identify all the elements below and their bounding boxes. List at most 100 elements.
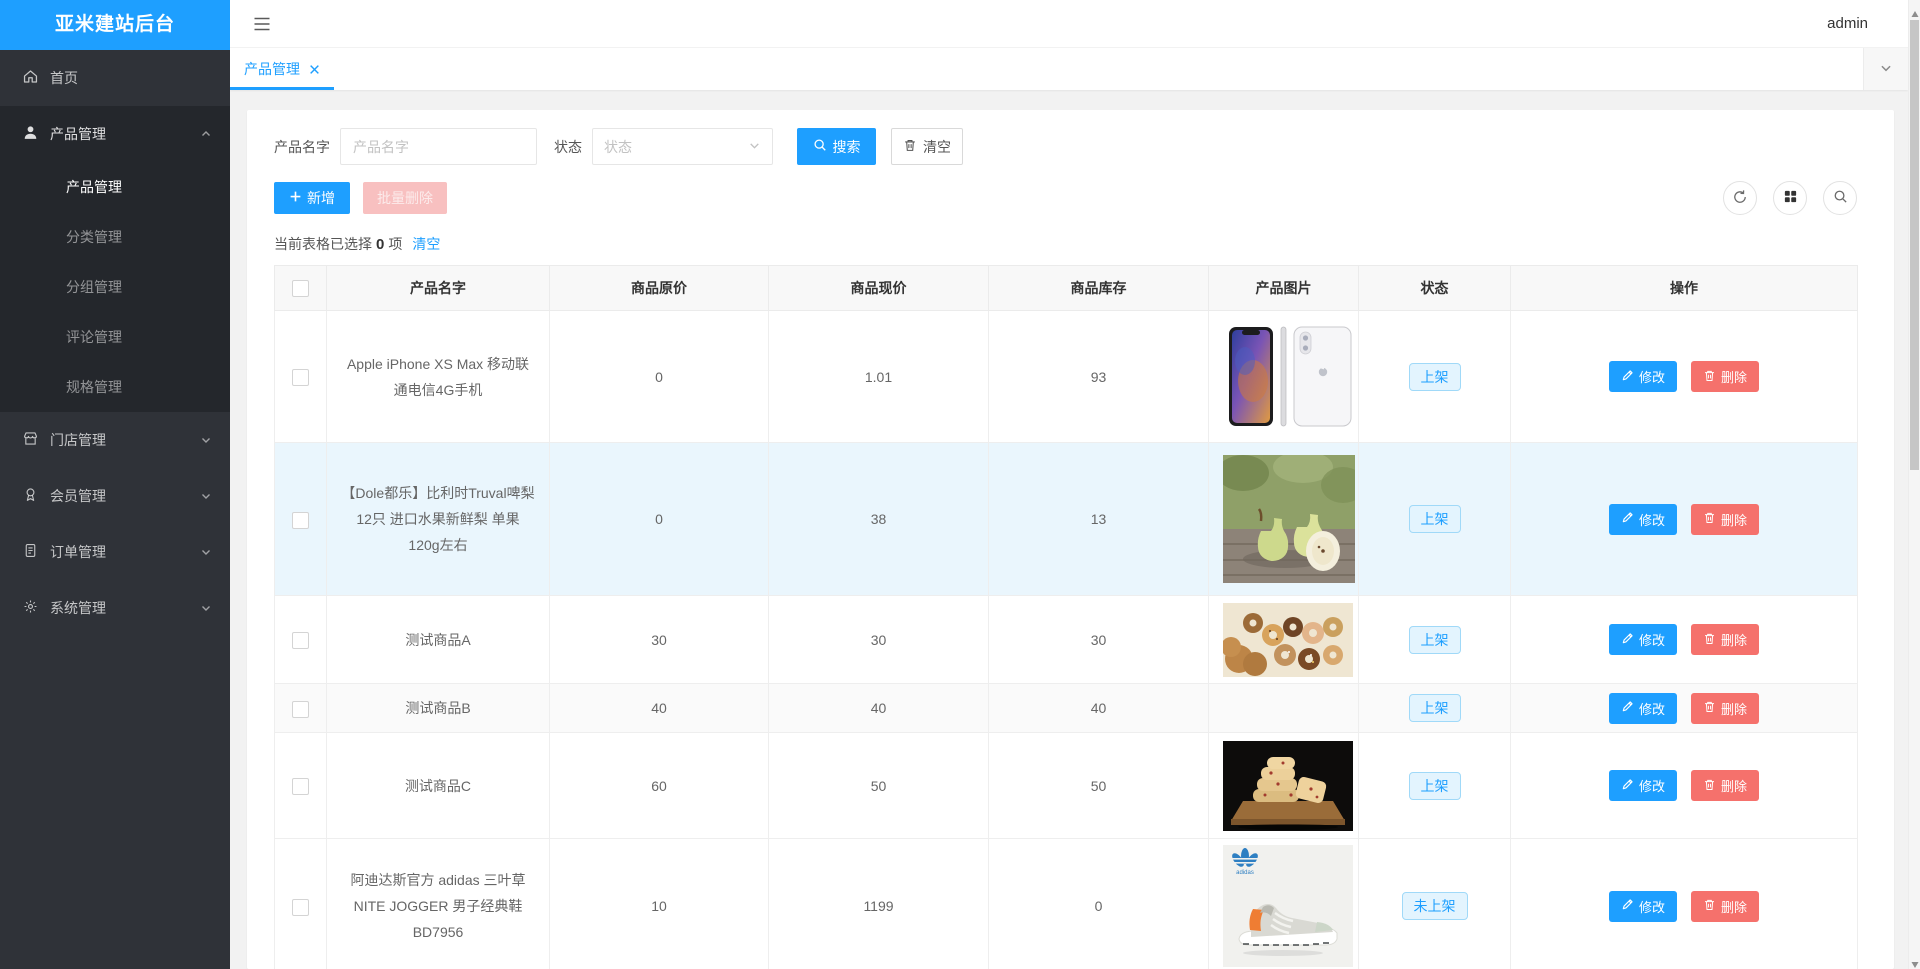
clear-button-label: 清空 (923, 138, 951, 155)
delete-button[interactable]: 删除 (1691, 503, 1760, 535)
sidebar-item-product-management[interactable]: 产品管理 (0, 106, 230, 162)
trash-icon (1703, 898, 1716, 914)
chevron-down-icon (200, 546, 212, 558)
product-image-donuts (1221, 602, 1353, 677)
edit-button[interactable]: 修改 (1608, 890, 1677, 922)
trash-icon (1703, 778, 1716, 794)
table-row: Apple iPhone XS Max 移动联通电信4G手机 0 1.01 93… (274, 310, 1858, 443)
sidebar-item-label: 首页 (50, 70, 78, 86)
tabbar: 产品管理 (230, 48, 1908, 90)
chevron-down-icon (1879, 61, 1893, 78)
sidebar-nav: 首页 产品管理 产品管理 分类管理 分组管理 评论管理 规格管理 门店管理 会员… (0, 50, 230, 636)
edit-button[interactable]: 修改 (1608, 503, 1677, 535)
row-checkbox[interactable] (292, 898, 309, 916)
add-button[interactable]: 新增 (274, 182, 350, 214)
plus-icon (289, 190, 302, 206)
columns-button[interactable] (1773, 181, 1807, 215)
status-select[interactable]: 状态 (592, 128, 773, 165)
sidebar-subitem-comment-management[interactable]: 评论管理 (0, 312, 230, 362)
delete-button-label: 删除 (1721, 512, 1748, 528)
edit-button[interactable]: 修改 (1608, 770, 1677, 801)
add-button-label: 新增 (307, 190, 335, 206)
row-checkbox[interactable] (292, 778, 309, 796)
home-icon (22, 68, 39, 88)
app-logo: 亚米建站后台 (0, 0, 230, 50)
cell-stock: 30 (988, 595, 1209, 684)
user-icon (22, 124, 39, 144)
row-checkbox[interactable] (292, 369, 309, 387)
filter-row: 产品名字 状态 状态 搜索 清空 (274, 128, 1857, 165)
sidebar-item-system-management[interactable]: 系统管理 (0, 580, 230, 636)
clear-button[interactable]: 清空 (891, 128, 963, 165)
selection-clear-link[interactable]: 清空 (412, 234, 440, 254)
selection-count: 0 (376, 235, 385, 253)
topbar: admin (230, 0, 1920, 48)
edit-button[interactable]: 修改 (1608, 692, 1677, 724)
delete-button[interactable]: 删除 (1691, 770, 1760, 801)
select-all-header (274, 265, 327, 311)
vertical-scrollbar[interactable] (1908, 0, 1920, 969)
refresh-button[interactable] (1723, 181, 1757, 215)
sidebar-subitem-category-management[interactable]: 分类管理 (0, 212, 230, 262)
scroll-down-arrow-icon[interactable] (1911, 956, 1919, 968)
product-image-sneaker: adidas (1223, 845, 1353, 967)
product-image-iphone (1223, 319, 1358, 434)
col-header-image: 产品图片 (1208, 265, 1359, 311)
edit-button-label: 修改 (1638, 512, 1665, 528)
select-all-checkbox[interactable] (292, 279, 309, 297)
status-badge: 未上架 (1401, 892, 1468, 920)
table-header-row: 产品名字 商品原价 商品现价 商品库存 产品图片 状态 操作 (274, 265, 1858, 311)
product-name-input[interactable] (340, 128, 537, 165)
cell-price: 30 (768, 595, 989, 684)
edit-button-label: 修改 (1638, 779, 1665, 794)
chevron-up-icon (200, 128, 212, 140)
search-button[interactable]: 搜索 (797, 128, 876, 165)
status-badge: 上架 (1408, 694, 1461, 722)
delete-button[interactable]: 删除 (1691, 692, 1760, 724)
row-checkbox[interactable] (292, 511, 309, 529)
edit-button[interactable]: 修改 (1608, 624, 1677, 655)
delete-button[interactable]: 删除 (1691, 890, 1760, 922)
edit-button[interactable]: 修改 (1608, 361, 1677, 392)
delete-button-label: 删除 (1721, 633, 1748, 648)
sidebar-subitem-group-management[interactable]: 分组管理 (0, 262, 230, 312)
delete-button[interactable]: 删除 (1691, 624, 1760, 655)
batch-delete-button[interactable]: 批量删除 (363, 182, 447, 214)
status-badge: 上架 (1408, 771, 1461, 800)
cell-product-name: 【Dole都乐】比利时Truval啤梨12只 进口水果新鲜梨 单果120g左右 (326, 442, 550, 596)
row-checkbox[interactable] (292, 700, 309, 718)
cell-stock: 93 (988, 310, 1209, 443)
close-icon[interactable] (309, 64, 320, 75)
sidebar-item-order-management[interactable]: 订单管理 (0, 524, 230, 580)
user-menu[interactable]: admin (1827, 0, 1868, 48)
sidebar-subitem-product-management[interactable]: 产品管理 (0, 162, 230, 212)
pencil-icon (1621, 511, 1634, 527)
product-card: 产品名字 状态 状态 搜索 清空 新增 批量删除 (247, 110, 1894, 969)
cell-price: 1.01 (768, 310, 989, 443)
cell-price: 40 (768, 683, 989, 733)
main-content: 产品名字 状态 状态 搜索 清空 新增 批量删除 (230, 90, 1908, 969)
product-table: 产品名字 商品原价 商品现价 商品库存 产品图片 状态 操作 Apple iPh… (274, 265, 1858, 969)
hamburger-menu-icon[interactable] (252, 16, 272, 35)
tab-product-management[interactable]: 产品管理 (230, 48, 334, 90)
scrollbar-thumb[interactable] (1910, 20, 1919, 470)
sidebar-group-product: 产品管理 产品管理 分类管理 分组管理 评论管理 规格管理 (0, 106, 230, 412)
edit-button-label: 修改 (1638, 633, 1665, 648)
sidebar-subitem-spec-management[interactable]: 规格管理 (0, 362, 230, 412)
search-icon (1833, 189, 1848, 207)
col-header-stock: 商品库存 (988, 265, 1209, 311)
product-name-label: 产品名字 (274, 138, 330, 155)
delete-button-label: 删除 (1721, 370, 1748, 385)
table-search-button[interactable] (1823, 181, 1857, 215)
status-badge: 上架 (1408, 362, 1461, 391)
sidebar-item-home[interactable]: 首页 (0, 50, 230, 106)
sidebar-item-store-management[interactable]: 门店管理 (0, 412, 230, 468)
delete-button[interactable]: 删除 (1691, 361, 1760, 392)
scroll-up-arrow-icon[interactable] (1911, 5, 1919, 17)
sidebar-item-member-management[interactable]: 会员管理 (0, 468, 230, 524)
sidebar-item-label: 门店管理 (50, 432, 106, 448)
edit-button-label: 修改 (1638, 899, 1665, 915)
row-checkbox[interactable] (292, 632, 309, 650)
cell-original-price: 30 (549, 595, 769, 684)
tab-collapse-button[interactable] (1863, 48, 1908, 90)
